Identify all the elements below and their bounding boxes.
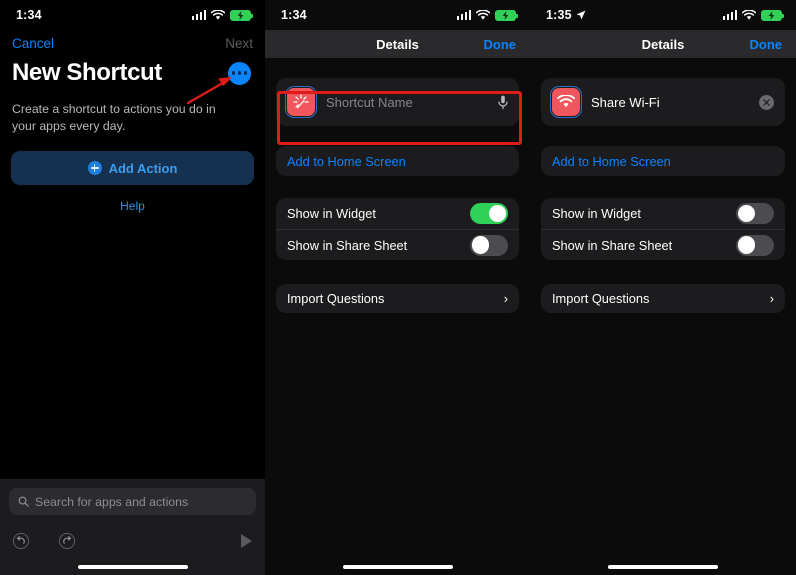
details-sheet: Shortcut Name Add to Home Screen Show in… bbox=[265, 78, 530, 313]
visibility-toggles-card: Show in Widget Show in Share Sheet bbox=[276, 198, 519, 260]
plus-circle-icon bbox=[87, 161, 102, 175]
nav-title: Details bbox=[641, 36, 685, 52]
cancel-button[interactable]: Cancel bbox=[12, 36, 54, 51]
shortcut-name-input[interactable]: Shortcut Name bbox=[326, 95, 487, 110]
status-time: 1:34 bbox=[16, 8, 42, 22]
show-in-widget-label: Show in Widget bbox=[287, 206, 376, 221]
add-to-home-screen-row[interactable]: Add to Home Screen bbox=[541, 146, 785, 176]
help-link[interactable]: Help bbox=[0, 199, 265, 213]
cellular-signal-icon bbox=[456, 10, 471, 20]
battery-charging-icon bbox=[495, 9, 518, 21]
cellular-signal-icon bbox=[722, 10, 737, 20]
screenshot-root: 1:34 Cancel Next New Shortcut Create a s bbox=[0, 0, 796, 575]
show-in-share-sheet-toggle[interactable] bbox=[736, 234, 774, 256]
wifi-icon bbox=[742, 9, 756, 20]
status-time: 1:35 bbox=[546, 8, 586, 22]
details-sheet: Share Wi-Fi Add to Home Screen Show in W… bbox=[530, 78, 796, 313]
status-indicators bbox=[191, 9, 253, 21]
battery-charging-icon bbox=[230, 9, 253, 21]
search-icon bbox=[18, 496, 29, 507]
undo-icon[interactable] bbox=[12, 532, 30, 550]
add-to-home-screen-label: Add to Home Screen bbox=[287, 153, 406, 169]
show-in-share-sheet-row[interactable]: Show in Share Sheet bbox=[541, 229, 785, 260]
wifi-icon bbox=[476, 9, 490, 20]
shortcut-name-row[interactable]: Share Wi-Fi bbox=[541, 78, 785, 126]
add-action-button[interactable]: Add Action bbox=[11, 151, 254, 185]
status-indicators bbox=[456, 9, 518, 21]
page-title: New Shortcut bbox=[12, 59, 162, 86]
microphone-icon[interactable] bbox=[498, 95, 508, 110]
show-in-share-sheet-label: Show in Share Sheet bbox=[287, 237, 408, 253]
show-in-share-sheet-row[interactable]: Show in Share Sheet bbox=[276, 229, 519, 260]
redo-icon[interactable] bbox=[58, 532, 76, 550]
show-in-widget-row[interactable]: Show in Widget bbox=[276, 198, 519, 229]
import-questions-label: Import Questions bbox=[287, 291, 385, 306]
add-action-label: Add Action bbox=[108, 160, 178, 176]
show-in-widget-row[interactable]: Show in Widget bbox=[541, 198, 785, 229]
search-input[interactable]: Search for apps and actions bbox=[9, 488, 256, 515]
nav-bar: Details Done bbox=[530, 30, 796, 58]
search-placeholder: Search for apps and actions bbox=[35, 494, 189, 509]
nav-bar: Details Done bbox=[265, 30, 530, 58]
done-button[interactable]: Done bbox=[750, 37, 783, 52]
status-bar: 1:34 bbox=[265, 0, 530, 30]
show-in-widget-toggle[interactable] bbox=[736, 203, 774, 224]
home-indicator bbox=[265, 565, 530, 569]
home-indicator bbox=[530, 565, 796, 569]
show-in-share-sheet-label: Show in Share Sheet bbox=[552, 237, 673, 253]
add-to-home-screen-row[interactable]: Add to Home Screen bbox=[276, 146, 519, 176]
search-wrapper: Search for apps and actions bbox=[0, 479, 265, 523]
status-time-text: 1:35 bbox=[546, 8, 572, 22]
battery-charging-icon bbox=[761, 9, 784, 21]
panel-details-empty: 1:34 Details Done Shortcut Name Add to H… bbox=[265, 0, 530, 575]
status-bar: 1:35 bbox=[530, 0, 796, 30]
add-to-home-screen-label: Add to Home Screen bbox=[552, 153, 671, 169]
wifi-icon bbox=[211, 9, 225, 20]
import-questions-label: Import Questions bbox=[552, 291, 650, 306]
dock-tools bbox=[0, 523, 265, 559]
done-button[interactable]: Done bbox=[484, 37, 517, 52]
show-in-widget-label: Show in Widget bbox=[552, 206, 641, 221]
visibility-toggles-card: Show in Widget Show in Share Sheet bbox=[541, 198, 785, 260]
shortcut-name-row[interactable]: Shortcut Name bbox=[276, 78, 519, 126]
page-subtitle: Create a shortcut to actions you do in y… bbox=[12, 102, 216, 133]
wifi-app-icon[interactable] bbox=[550, 86, 582, 118]
status-time: 1:34 bbox=[281, 8, 307, 22]
run-shortcut-icon[interactable] bbox=[241, 534, 252, 548]
next-button[interactable]: Next bbox=[225, 36, 253, 51]
import-questions-row[interactable]: Import Questions › bbox=[541, 284, 785, 313]
cellular-signal-icon bbox=[191, 10, 206, 20]
import-questions-row[interactable]: Import Questions › bbox=[276, 284, 519, 313]
chevron-right-icon: › bbox=[769, 291, 774, 306]
panel-details-named: 1:35 Details Done Share Wi-Fi Add to Hom… bbox=[530, 0, 796, 575]
panel-new-shortcut: 1:34 Cancel Next New Shortcut Create a s bbox=[0, 0, 265, 575]
status-bar: 1:34 bbox=[0, 0, 265, 30]
magic-wand-icon[interactable] bbox=[285, 86, 317, 118]
nav-row: Cancel Next bbox=[0, 30, 265, 51]
show-in-share-sheet-toggle[interactable] bbox=[470, 234, 508, 256]
show-in-widget-toggle[interactable] bbox=[470, 203, 508, 224]
chevron-right-icon: › bbox=[503, 291, 508, 306]
shortcut-name-input[interactable]: Share Wi-Fi bbox=[591, 95, 748, 110]
nav-title: Details bbox=[376, 36, 419, 52]
bottom-dock: Search for apps and actions bbox=[0, 479, 265, 575]
home-indicator bbox=[0, 559, 265, 575]
status-indicators bbox=[722, 9, 784, 21]
more-options-icon[interactable] bbox=[228, 61, 251, 85]
title-row: New Shortcut bbox=[0, 51, 265, 87]
location-arrow-icon bbox=[576, 10, 586, 20]
clear-text-icon[interactable] bbox=[759, 94, 774, 110]
